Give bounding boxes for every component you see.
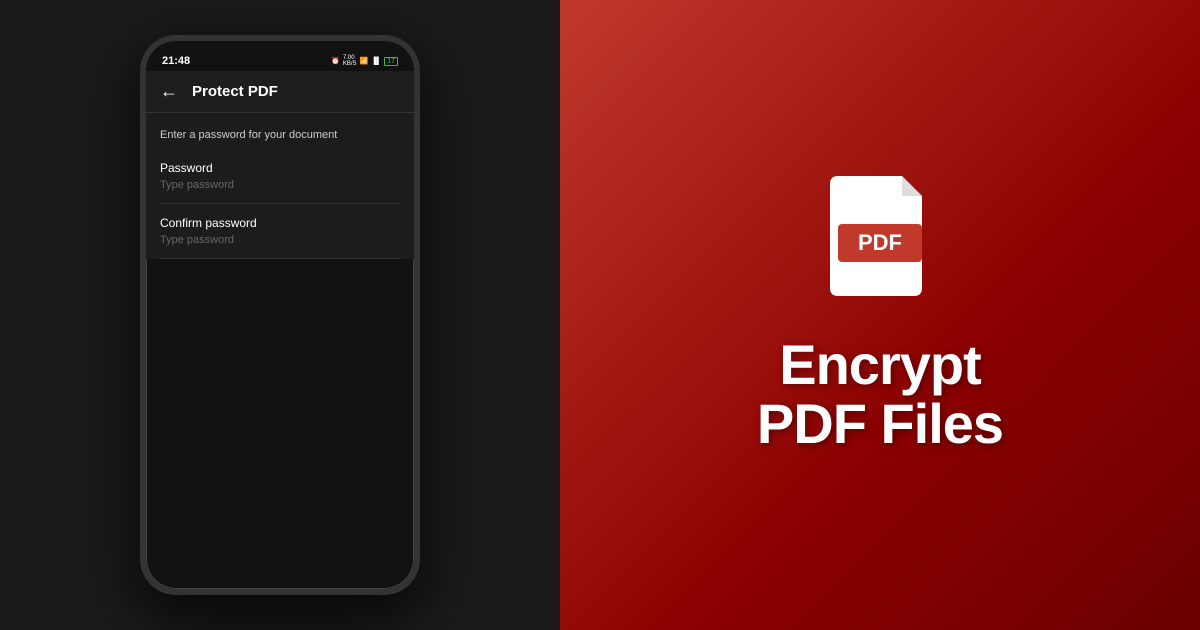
phone-mockup: 21:48 ⏰ 7.00KB/S 📶 ▐▌ 17 ← Protect PDF E… bbox=[140, 35, 420, 595]
confirm-password-input[interactable]: Type password bbox=[160, 234, 400, 246]
form-section: Password Type password Confirm password … bbox=[146, 149, 414, 259]
screen-description: Enter a password for your document bbox=[146, 113, 414, 149]
app-title: Protect PDF bbox=[192, 83, 278, 100]
left-section: 21:48 ⏰ 7.00KB/S 📶 ▐▌ 17 ← Protect PDF E… bbox=[0, 0, 560, 630]
pdf-icon-container: PDF bbox=[830, 176, 930, 316]
encrypt-headline: Encrypt PDF Files bbox=[757, 336, 1003, 454]
right-section: PDF Encrypt PDF Files bbox=[560, 0, 1200, 630]
signal-icon: ▐▌ bbox=[371, 58, 381, 65]
password-input[interactable]: Type password bbox=[160, 179, 400, 191]
alarm-icon: ⏰ bbox=[331, 57, 340, 65]
confirm-password-field: Confirm password Type password bbox=[160, 204, 400, 259]
battery-icon: 17 bbox=[384, 57, 398, 66]
pdf-file-icon: PDF bbox=[830, 176, 930, 296]
svg-text:PDF: PDF bbox=[858, 230, 902, 255]
status-time: 21:48 bbox=[162, 55, 190, 67]
wifi-icon: 📶 bbox=[360, 57, 369, 65]
pdf-file-svg: PDF bbox=[830, 176, 930, 296]
encrypt-line2: PDF Files bbox=[757, 395, 1003, 454]
back-button[interactable]: ← bbox=[160, 81, 178, 102]
kb-text: 7.00KB/S bbox=[343, 55, 357, 67]
encrypt-line1: Encrypt bbox=[757, 336, 1003, 395]
status-icons: ⏰ 7.00KB/S 📶 ▐▌ 17 bbox=[331, 55, 398, 67]
phone-screen: Enter a password for your document Passw… bbox=[146, 113, 414, 259]
password-label: Password bbox=[160, 161, 400, 175]
status-bar: 21:48 ⏰ 7.00KB/S 📶 ▐▌ 17 bbox=[146, 41, 414, 71]
confirm-password-label: Confirm password bbox=[160, 216, 400, 230]
app-bar: ← Protect PDF bbox=[146, 71, 414, 113]
password-field: Password Type password bbox=[160, 149, 400, 204]
